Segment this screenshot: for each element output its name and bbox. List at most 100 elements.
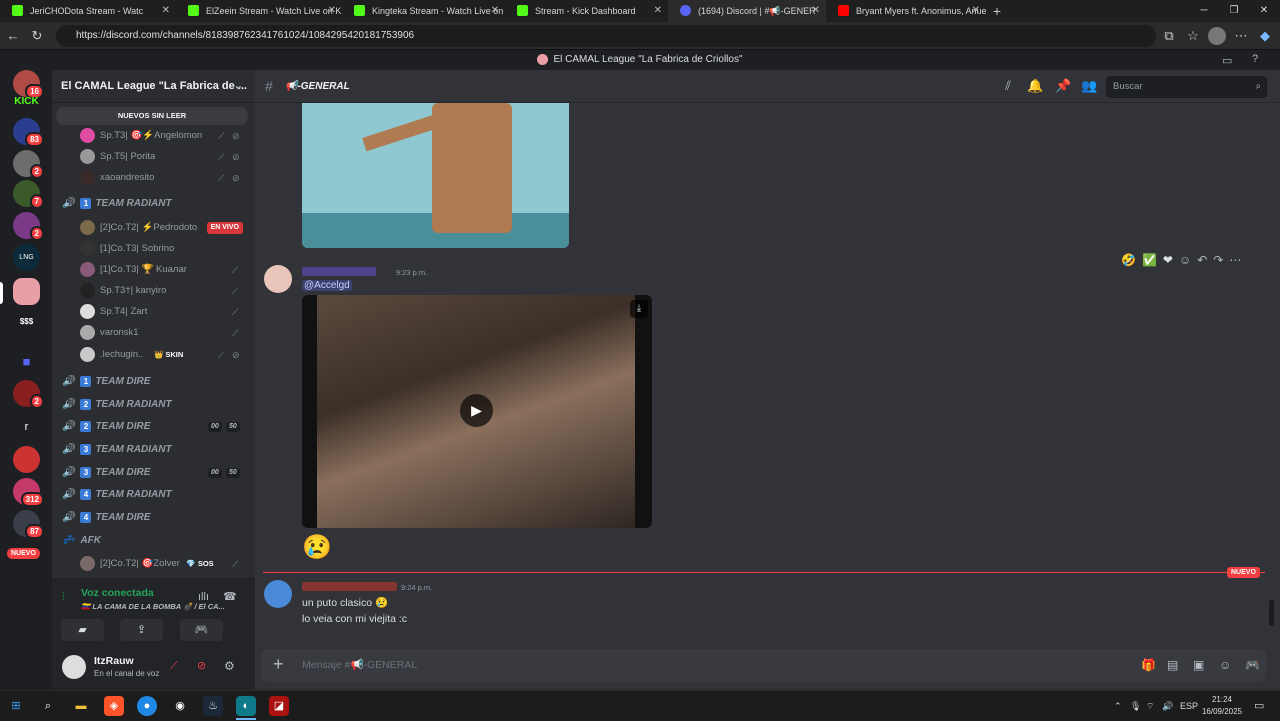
download-icon[interactable]: ⤓ (630, 300, 648, 318)
voice-user[interactable]: [2]Co.T2| 🎯Zolver 💎 SOS ⟋ (52, 554, 255, 574)
pin-icon[interactable]: 📌 (1055, 78, 1071, 94)
browser-tab[interactable]: Bryant Myers ft. Anonimus, Anue ✕ (826, 0, 986, 22)
voice-user[interactable]: varonsk1 ⟋ (52, 323, 255, 343)
extensions-icon[interactable]: ⧉ (1160, 27, 1178, 45)
voice-channel[interactable]: 🔊 4 TEAM RADIANT (52, 485, 255, 505)
voice-user[interactable]: xaoandresito ⟋ ⊘ (52, 168, 255, 188)
edge-icon[interactable]: ◐ (236, 696, 256, 716)
dota-icon[interactable]: ◪ (269, 696, 289, 716)
server-name-header[interactable]: El CAMAL League "La Fabrica de ... ⌄ (52, 70, 255, 103)
gif-icon[interactable]: ▤ (1167, 658, 1178, 672)
server-icon[interactable]: r (13, 414, 40, 441)
voice-channel[interactable]: 💤 AFK (52, 531, 255, 551)
add-attachment-icon[interactable]: + (273, 654, 284, 675)
message-composer[interactable]: + Mensaje #📢-GENERAL 🎁 ▤ ▣ ☺ 🎮 (261, 649, 1266, 682)
voice-user[interactable]: .lechugin.. 👑 SKIN ⟋ ⊘ (52, 345, 255, 365)
play-icon[interactable]: ▶ (460, 394, 493, 427)
voice-user[interactable]: [1]Co.T3| 🏆 Kuaлar ⟋ (52, 260, 255, 280)
server-icon[interactable]: 2 (13, 212, 44, 241)
member-list-icon[interactable]: 👥 (1081, 78, 1097, 94)
screen-share-button[interactable]: ⇪ (120, 619, 163, 641)
window-close-icon[interactable]: ✕ (1248, 0, 1280, 22)
folder-icon[interactable]: ■ (13, 348, 40, 375)
minimize-icon[interactable]: ─ (1188, 0, 1220, 22)
browser-tab[interactable]: ElZeein Stream - Watch Live on K ✕ (176, 0, 342, 22)
url-input[interactable]: https://discord.com/channels/81839876234… (56, 25, 1156, 47)
lng-server-icon[interactable]: LNG (13, 244, 40, 271)
voice-user[interactable]: Sp.T4| Zart ⟋ (52, 302, 255, 322)
voice-channel[interactable]: 🔊 2 TEAM DIRE 00 50 (52, 417, 255, 437)
brave-icon[interactable]: ◈ (104, 696, 124, 716)
language-indicator[interactable]: ESP (1180, 691, 1198, 721)
voice-channel[interactable]: 🔊 1 TEAM RADIANT (52, 194, 255, 214)
server-icon[interactable]: 2 (13, 380, 44, 409)
browser-tab[interactable]: Stream - Kick Dashboard ✕ (505, 0, 668, 22)
mic-icon[interactable]: 🎙 (1130, 691, 1141, 721)
close-icon[interactable]: ✕ (972, 0, 980, 22)
voice-user[interactable]: [1]Co.T3| Sobrino (52, 239, 255, 259)
clock-date[interactable]: 16/09/2025 (1198, 707, 1246, 716)
obs-icon[interactable]: ◉ (170, 696, 190, 716)
server-icon[interactable]: 312 (13, 478, 44, 507)
notifications-icon[interactable]: ▭ (1254, 691, 1264, 721)
voice-user[interactable]: Sp.T5| Porita ⟋ ⊘ (52, 147, 255, 167)
voice-channel[interactable]: 🔊 3 TEAM RADIANT (52, 440, 255, 460)
add-reaction-icon[interactable]: ☺ (1179, 253, 1191, 273)
search-icon[interactable]: ⌕ (38, 696, 58, 716)
new-unread-pill[interactable]: NUEVOS SIN LEER (56, 107, 248, 125)
reaction-icon[interactable]: 🤣 (1121, 253, 1136, 273)
kick-server-icon[interactable]: KICK (13, 88, 40, 115)
disconnect-icon[interactable]: ☎ (223, 590, 237, 603)
settings-gear-icon[interactable]: ⚙ (224, 659, 235, 673)
sticker-icon[interactable]: ▣ (1193, 658, 1204, 672)
voice-user[interactable]: Sp.T3†| kanyiro ⟋ (52, 281, 255, 301)
volume-icon[interactable]: 🔊 (1162, 691, 1173, 721)
voice-channel[interactable]: 🔊 2 TEAM RADIANT (52, 395, 255, 415)
username-obscured[interactable] (302, 582, 397, 591)
inbox-icon[interactable]: ▭ (1222, 54, 1232, 67)
image-attachment[interactable] (302, 103, 569, 248)
voice-channel[interactable]: 🔊 1 TEAM DIRE (52, 372, 255, 392)
user-mention[interactable]: @Accelgd (302, 280, 352, 291)
new-servers-badge[interactable]: NUEVO (7, 548, 40, 559)
notification-bell-icon[interactable]: 🔔 (1027, 78, 1043, 94)
help-icon[interactable]: ? (1252, 53, 1258, 65)
deafened-icon[interactable]: ⊘ (197, 659, 206, 672)
server-icon[interactable]: 7 (13, 180, 44, 209)
close-icon[interactable]: ✕ (162, 0, 170, 22)
forward-icon[interactable]: ↷ (1213, 253, 1223, 273)
server-icon[interactable]: 83 (13, 118, 44, 147)
avatar[interactable] (62, 655, 86, 679)
app-icon[interactable]: ● (137, 696, 157, 716)
noise-suppression-icon[interactable]: ıllı (198, 591, 209, 603)
gift-icon[interactable]: 🎁 (1141, 658, 1156, 672)
copilot-icon[interactable]: ◆ (1256, 27, 1274, 45)
emoji-icon[interactable]: ☺ (1219, 658, 1231, 672)
maximize-icon[interactable]: ❐ (1218, 0, 1250, 22)
steam-icon[interactable]: ♨ (203, 696, 223, 716)
activities-button[interactable]: 🎮 (180, 619, 223, 641)
avatar[interactable] (264, 265, 292, 293)
reload-icon[interactable]: ↻ (28, 27, 46, 45)
username-obscured[interactable] (302, 267, 376, 276)
favorites-icon[interactable]: ☆ (1184, 27, 1202, 45)
threads-icon[interactable]: ⫽ (1000, 78, 1016, 94)
server-icon[interactable]: 87 (13, 510, 44, 539)
menu-icon[interactable]: ⋯ (1232, 27, 1250, 45)
server-icon[interactable]: 2 (13, 150, 44, 179)
tray-chevron-icon[interactable]: ⌃ (1114, 691, 1122, 721)
apps-icon[interactable]: 🎮 (1245, 658, 1260, 672)
server-icon[interactable] (13, 446, 40, 473)
video-attachment[interactable]: ▶ ⤓ (302, 295, 652, 528)
voice-user[interactable]: Sp.T3| 🎯⚡Angelomon ⟋ ⊘ (52, 126, 255, 146)
voice-user[interactable]: [2]Co.T2| ⚡Pedrodoto EN VIVO (52, 218, 255, 238)
mic-muted-icon[interactable]: ⟋ (170, 660, 178, 673)
scrollbar-thumb[interactable] (1269, 600, 1274, 626)
close-icon[interactable]: ✕ (491, 0, 499, 22)
voice-channel-name[interactable]: 🇻🇪 LA CAMA DE LA BOMBA 💣 / El CA... (81, 602, 225, 611)
avatar[interactable] (264, 580, 292, 608)
more-icon[interactable]: ⋯ (1229, 253, 1241, 273)
close-icon[interactable]: ✕ (654, 0, 662, 22)
reply-icon[interactable]: ↶ (1197, 253, 1207, 273)
close-icon[interactable]: ✕ (812, 0, 820, 22)
